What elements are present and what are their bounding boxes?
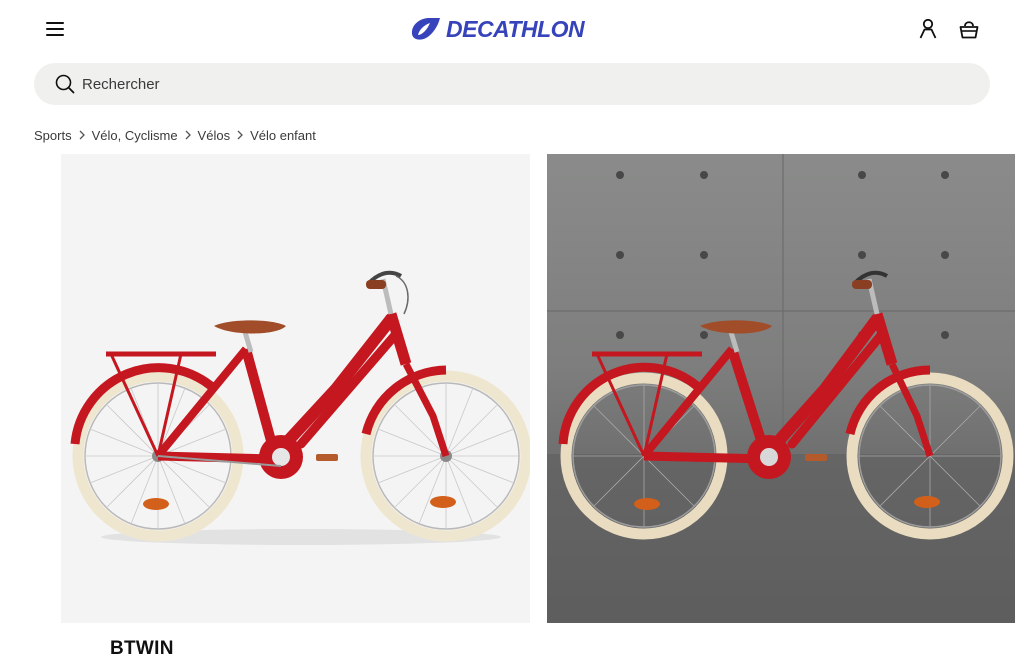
product-brand[interactable]: BTWIN (110, 638, 174, 660)
search-bar[interactable] (34, 63, 990, 105)
chevron-right-icon (178, 126, 198, 144)
shopping-bag-icon[interactable] (956, 16, 982, 42)
breadcrumb-item-velo-enfant[interactable]: Vélo enfant (250, 128, 316, 143)
product-image-studio[interactable] (61, 154, 530, 623)
breadcrumb: Sports Vélo, Cyclisme Vélos Vélo enfant (34, 126, 316, 144)
decathlon-logo-mark (411, 18, 440, 40)
product-image-lifestyle[interactable] (547, 154, 1015, 623)
search-input[interactable] (82, 63, 962, 105)
hamburger-menu-icon[interactable] (40, 16, 70, 42)
site-header: DECATHLON (0, 0, 1024, 60)
breadcrumb-item-sports[interactable]: Sports (34, 128, 72, 143)
red-bicycle-lifestyle-image (547, 154, 1015, 623)
chevron-right-icon (72, 126, 92, 144)
decathlon-logo[interactable]: DECATHLON (410, 14, 585, 44)
chevron-right-icon (230, 126, 250, 144)
search-icon (55, 74, 75, 94)
breadcrumb-item-velo-cyclisme[interactable]: Vélo, Cyclisme (92, 128, 178, 143)
logo-text: DECATHLON (446, 15, 585, 42)
red-bicycle-image (70, 270, 530, 545)
breadcrumb-item-velos[interactable]: Vélos (198, 128, 231, 143)
user-icon[interactable] (915, 16, 941, 42)
